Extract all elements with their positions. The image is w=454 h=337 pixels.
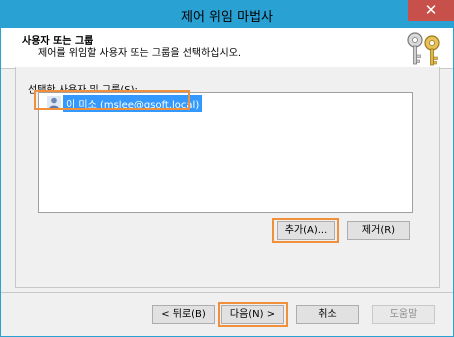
next-button-highlight: [218, 302, 288, 327]
wizard-header: 사용자 또는 그룹 제어를 위임할 사용자 또는 그룹을 선택하십시오.: [1, 28, 453, 69]
keys-icon: [407, 32, 440, 66]
footer-divider: [1, 292, 453, 293]
help-button[interactable]: 도움말: [372, 305, 435, 324]
cancel-button[interactable]: 취소: [296, 305, 359, 324]
wizard-window: 제어 위임 마법사 ✕ 사용자 또는 그룹 제어를 위임할 사용자 또는 그룹을…: [0, 0, 454, 337]
page-description: 제어를 위임할 사용자 또는 그룹을 선택하십시오.: [38, 48, 242, 59]
close-icon: ✕: [424, 1, 438, 19]
users-groups-list[interactable]: 이 미소 (mslee@gsoft.local): [38, 92, 413, 213]
remove-button[interactable]: 제거(R): [347, 221, 410, 240]
selected-user-highlight: [34, 90, 190, 110]
title-bar[interactable]: 제어 위임 마법사 ✕: [0, 0, 454, 28]
wizard-client-area: 사용자 또는 그룹 제어를 위임할 사용자 또는 그룹을 선택하십시오. 선택한…: [1, 28, 453, 336]
close-button[interactable]: ✕: [408, 0, 454, 21]
window-title: 제어 위임 마법사: [181, 10, 273, 25]
back-button[interactable]: < 뒤로(B): [152, 305, 215, 324]
add-button-highlight: [272, 218, 339, 243]
